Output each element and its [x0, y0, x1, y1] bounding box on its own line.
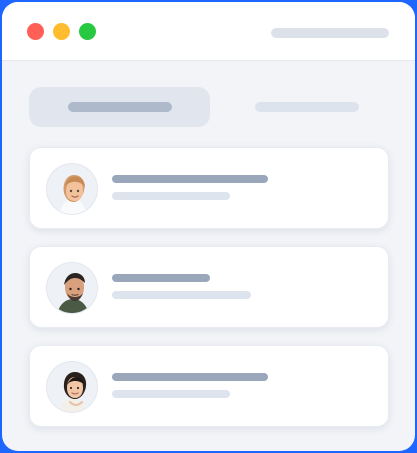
- user-avatar-woman-light-hair-icon: [46, 163, 98, 215]
- tab-1-label-placeholder: [67, 102, 172, 112]
- profile-detail-placeholder: [112, 291, 251, 299]
- tab-1[interactable]: [29, 87, 210, 127]
- profile-name-placeholder: [112, 274, 210, 282]
- close-window-button[interactable]: [27, 23, 44, 40]
- profile-card-1[interactable]: [29, 147, 389, 229]
- segmented-tabs: [29, 87, 389, 127]
- app-window: [2, 2, 415, 451]
- profile-card-2[interactable]: [29, 246, 389, 328]
- tab-2-label-placeholder: [255, 102, 359, 112]
- profile-detail-placeholder: [112, 390, 230, 398]
- window-title-placeholder: [271, 28, 389, 38]
- profile-card-3[interactable]: [29, 345, 389, 427]
- minimize-window-button[interactable]: [53, 23, 70, 40]
- zoom-window-button[interactable]: [79, 23, 96, 40]
- user-avatar-woman-dark-hair-icon: [46, 361, 98, 413]
- window-controls: [27, 23, 96, 40]
- profile-name-placeholder: [112, 373, 268, 381]
- profile-detail-placeholder: [112, 192, 230, 200]
- tab-2[interactable]: [225, 87, 389, 127]
- profile-name-placeholder: [112, 175, 268, 183]
- user-avatar-man-dark-hair-icon: [46, 262, 98, 314]
- title-bar: [2, 2, 415, 61]
